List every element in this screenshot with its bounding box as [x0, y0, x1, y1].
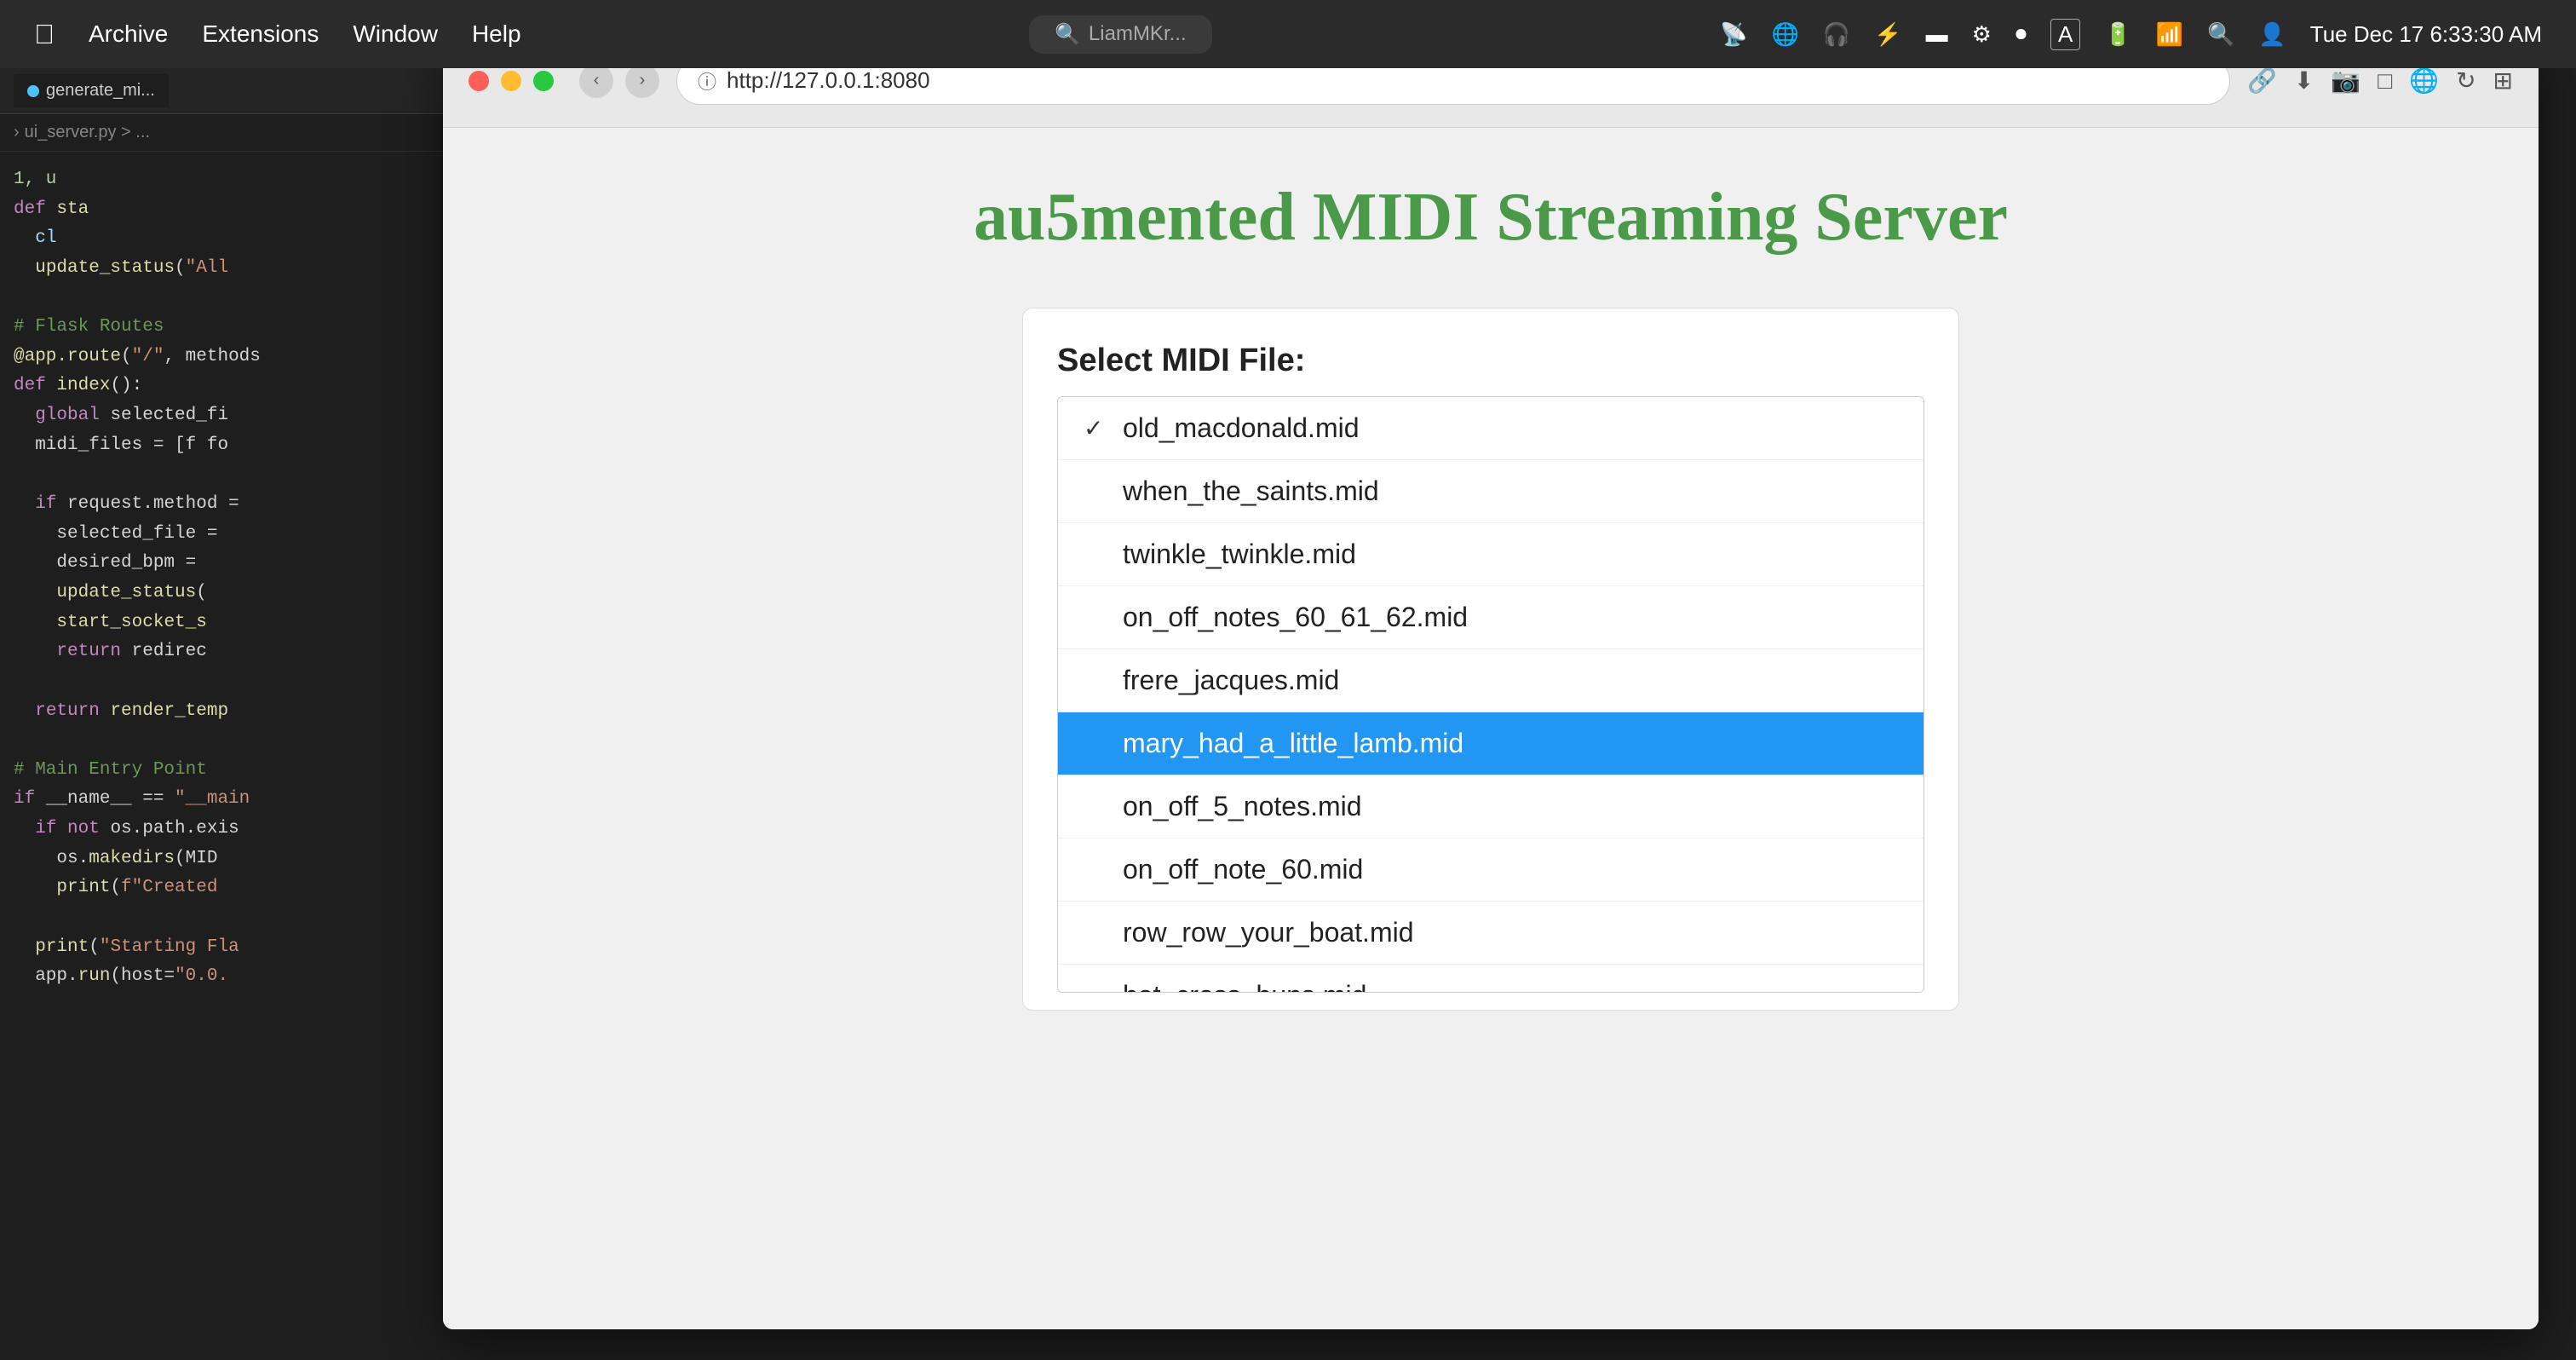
midi-list-item[interactable]: old_macdonald.mid	[1058, 397, 1923, 460]
share-icon[interactable]: 🔗	[2247, 66, 2277, 95]
forward-button[interactable]: ›	[625, 64, 659, 98]
python-file-icon	[27, 85, 39, 97]
midi-list-item[interactable]: mary_had_a_little_lamb.mid	[1058, 712, 1923, 775]
search-icon2: 🔍	[2207, 21, 2234, 48]
search-text: LiamMKr...	[1089, 22, 1187, 46]
menu-extensions[interactable]: Extensions	[202, 20, 319, 48]
record-icon: ⏺	[2015, 20, 2027, 48]
minimize-window-button[interactable]	[501, 71, 521, 91]
wifi-icon2: 📶	[2156, 21, 2183, 48]
window-icon: ▬	[1926, 21, 1948, 48]
url-text: http://127.0.0.1:8080	[727, 67, 930, 94]
download-icon[interactable]: ⬇	[2294, 66, 2314, 95]
editor-tab-label: generate_mi...	[46, 81, 155, 101]
mac-menu-right: 📡 🌐 🎧 ⚡ ▬ ⚙ ⏺ A 🔋 📶 🔍 👤 Tue Dec 17 6:33:…	[1720, 19, 2542, 50]
breadcrumb-text: ›	[14, 123, 20, 142]
midi-list-item[interactable]: hot_cross_buns.mid	[1058, 965, 1923, 993]
camera-icon[interactable]: 📷	[2331, 66, 2360, 95]
bookmark-icon[interactable]: □	[2378, 67, 2392, 95]
midi-file-section: Select MIDI File: old_macdonald.midwhen_…	[1022, 308, 1959, 1011]
midi-list-item[interactable]: when_the_saints.mid	[1058, 460, 1923, 523]
midi-file-list[interactable]: old_macdonald.midwhen_the_saints.midtwin…	[1057, 396, 1924, 993]
headphones-icon: 🎧	[1823, 21, 1850, 48]
menu-help[interactable]: Help	[472, 20, 521, 48]
page-title: au5mented MIDI Streaming Server	[974, 179, 2008, 256]
midi-list-item[interactable]: row_row_your_boat.mid	[1058, 902, 1923, 965]
close-window-button[interactable]	[469, 71, 489, 91]
info-icon: ⓘ	[698, 67, 716, 95]
browser-content: au5mented MIDI Streaming Server Select M…	[443, 128, 2539, 1329]
menu-archive[interactable]: Archive	[89, 20, 168, 48]
back-button[interactable]: ‹	[579, 64, 613, 98]
browser-window-controls	[469, 71, 554, 91]
browser-toolbar-right: 🔗 ⬇ 📷 □ 🌐 ↻ ⊞	[2247, 66, 2513, 95]
midi-list-item[interactable]: on_off_5_notes.mid	[1058, 775, 1923, 838]
battery-icon: 🔋	[2104, 21, 2131, 48]
translate-icon[interactable]: 🌐	[2409, 66, 2439, 95]
code-editor-panel: generate_mi... › ui_server.py > ... 1, u…	[0, 68, 451, 1360]
breadcrumb-file: ui_server.py > ...	[25, 123, 150, 142]
globe-icon: 🌐	[1772, 21, 1799, 48]
refresh-icon[interactable]: ↻	[2456, 66, 2475, 95]
apple-menu[interactable]: 	[34, 19, 55, 50]
editor-tab-bar: generate_mi...	[0, 68, 451, 114]
maximize-window-button[interactable]	[533, 71, 554, 91]
code-content: 1, u def sta cl update_status("All # Fla…	[0, 152, 451, 1006]
system-time: Tue Dec 17 6:33:30 AM	[2310, 21, 2542, 48]
bolt-icon: ⚡	[1874, 21, 1901, 48]
browser-navigation: ‹ ›	[579, 64, 659, 98]
midi-list-item[interactable]: on_off_notes_60_61_62.mid	[1058, 586, 1923, 649]
editor-tab-file[interactable]: generate_mi...	[14, 74, 169, 107]
midi-list-item[interactable]: on_off_note_60.mid	[1058, 838, 1923, 902]
person-icon: 👤	[2258, 21, 2286, 48]
menu-window[interactable]: Window	[353, 20, 438, 48]
mac-menu-left:  Archive Extensions Window Help	[34, 19, 521, 50]
sidebar-icon[interactable]: ⊞	[2493, 66, 2513, 95]
a-icon: A	[2050, 19, 2080, 50]
search-icon: 🔍	[1055, 22, 1080, 47]
wifi-icon: 📡	[1720, 21, 1747, 48]
browser-window: ‹ › ⓘ http://127.0.0.1:8080 🔗 ⬇ 📷 □ 🌐 ↻ …	[443, 34, 2539, 1329]
midi-list-item[interactable]: twinkle_twinkle.mid	[1058, 523, 1923, 586]
settings-icon: ⚙	[1972, 21, 1992, 48]
midi-list-item[interactable]: frere_jacques.mid	[1058, 649, 1923, 712]
editor-breadcrumb: › ui_server.py > ...	[0, 114, 451, 152]
mac-topbar:  Archive Extensions Window Help 🔍 LiamM…	[0, 0, 2576, 68]
midi-select-label: Select MIDI File:	[1057, 343, 1924, 379]
